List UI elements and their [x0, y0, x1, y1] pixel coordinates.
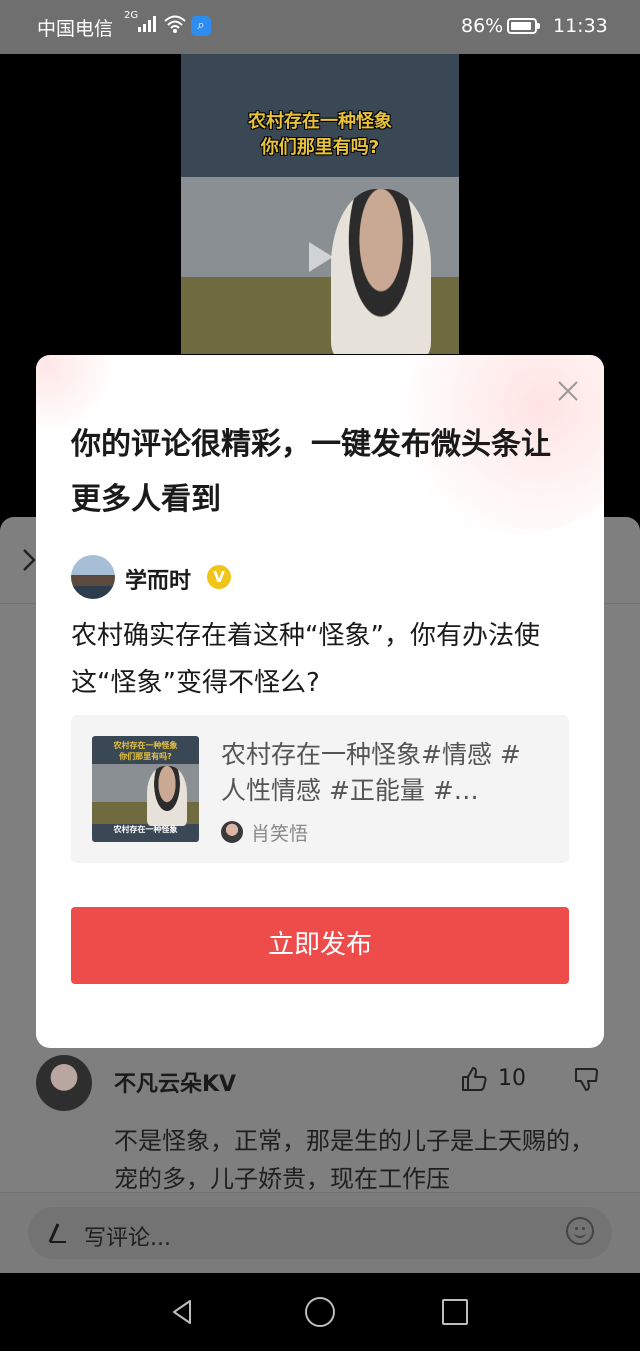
author-name: 学而时	[125, 569, 192, 594]
thumb-caption: 农村存在一种怪象	[113, 825, 178, 834]
card-thumbnail: 农村存在一种怪象 你们那里有吗? 农村存在一种怪象	[92, 736, 199, 842]
battery-percent: 86%	[461, 15, 504, 37]
chevron-right-icon[interactable]	[22, 548, 36, 572]
thumb-title-line1: 农村存在一种怪象	[113, 741, 178, 750]
back-triangle-icon[interactable]	[170, 1299, 196, 1325]
thumb-presenter	[147, 766, 187, 826]
author-avatar	[71, 555, 115, 599]
video-presenter	[331, 189, 431, 354]
dialog-headline: 你的评论很精彩，一键发布微头条让更多人看到	[71, 427, 551, 517]
publish-dialog: 你的评论很精彩，一键发布微头条让更多人看到 学而时 V 农村确实存在着这种“怪象…	[36, 355, 604, 1048]
publish-button[interactable]: 立即发布	[71, 907, 569, 984]
battery-icon	[507, 18, 540, 34]
dialog-comment-text: 农村确实存在着这种“怪象”，你有办法使这“怪象”变得不怪么?	[71, 621, 540, 698]
card-title: 农村存在一种怪象#情感 #人性情感 #正能量 #…	[221, 740, 521, 805]
pen-icon	[48, 1223, 66, 1243]
thumbs-down-icon[interactable]	[573, 1065, 601, 1093]
wifi-icon	[164, 15, 186, 33]
network-type: 2G	[124, 10, 139, 21]
thumb-title-line2: 你们那里有吗?	[119, 752, 172, 761]
card-author-avatar	[221, 821, 243, 843]
signal-icon	[138, 16, 156, 32]
play-icon[interactable]	[309, 242, 333, 272]
quoted-video-card[interactable]: 农村存在一种怪象 你们那里有吗? 农村存在一种怪象 农村存在一种怪象#情感 #人…	[71, 715, 569, 863]
status-bar: 中国电信 2G ⌕ 86% 11:33	[0, 0, 640, 54]
thumbs-up-icon[interactable]	[460, 1065, 488, 1093]
comment-text: 不是怪象，正常，那是生的儿子是上天赐的，宠的多，儿子娇贵，现在工作压	[114, 1127, 594, 1192]
emoji-icon[interactable]	[566, 1217, 594, 1245]
close-icon[interactable]	[556, 379, 580, 403]
thumb-title: 农村存在一种怪象 你们那里有吗?	[92, 740, 199, 762]
like-count: 10	[498, 1066, 526, 1091]
verified-badge-icon: V	[207, 565, 231, 589]
video-cover-title: 农村存在一种怪象 你们那里有吗?	[181, 109, 459, 161]
video-cover-title-line2: 你们那里有吗?	[260, 137, 380, 158]
comment-input-placeholder[interactable]: 写评论...	[84, 1220, 171, 1252]
carrier-label: 中国电信	[37, 18, 114, 40]
video-player[interactable]: 农村存在一种怪象 你们那里有吗?	[181, 54, 459, 354]
clock: 11:33	[553, 15, 608, 37]
video-cover-title-line1: 农村存在一种怪象	[248, 111, 392, 132]
comment-username[interactable]: 不凡云朵KV	[114, 1066, 236, 1098]
card-author-name: 肖笑悟	[251, 823, 309, 845]
home-circle-icon[interactable]	[305, 1297, 335, 1327]
avatar[interactable]	[36, 1055, 92, 1111]
recent-apps-icon[interactable]	[442, 1299, 468, 1325]
search-app-icon: ⌕	[191, 16, 211, 36]
